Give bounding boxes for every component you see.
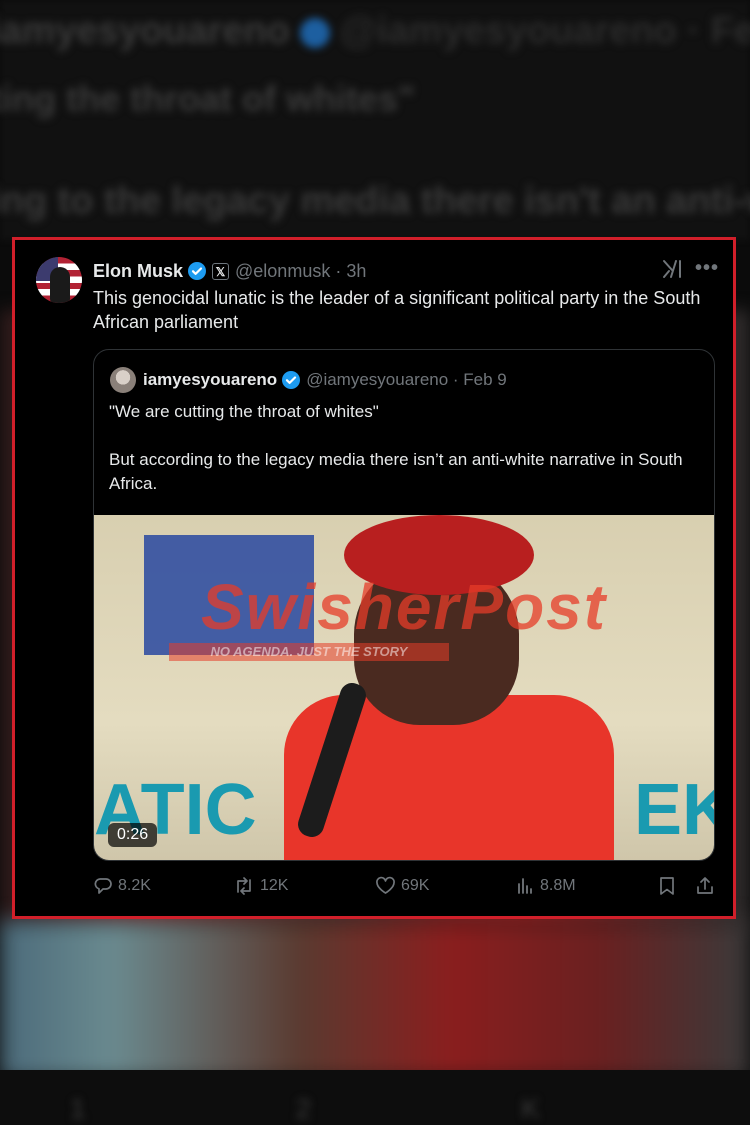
background-handle: @iamyesyouareno · Feb 9 [339, 10, 750, 52]
watermark-tagline: NO AGENDA. JUST THE STORY [169, 643, 449, 661]
action-bar: 8.2K 12K 69K 8.8M [15, 876, 733, 902]
tweet-header: Elon Musk 𝕏 @elonmusk · 3h [93, 259, 366, 283]
video-duration-badge: 0:26 [108, 823, 158, 847]
tweet-card[interactable]: Elon Musk 𝕏 @elonmusk · 3h ••• This geno… [12, 237, 736, 919]
repost-count: 12K [260, 877, 289, 894]
share-button[interactable] [695, 876, 720, 896]
quoted-tweet[interactable]: iamyesyouareno @iamyesyouareno · Feb 9 "… [93, 349, 715, 861]
repost-icon [237, 877, 251, 895]
video-background-letters: EK [634, 770, 714, 850]
background-verified-icon [299, 17, 330, 48]
background-text-line: ing to the legacy media there isn't an a… [0, 180, 750, 222]
reply-icon [94, 878, 112, 894]
x-affiliate-icon: 𝕏 [212, 262, 230, 280]
bookmark-button[interactable] [658, 876, 681, 896]
avatar-person [50, 267, 70, 303]
video-player[interactable]: ATIC EK SwisherPost NO AGENDA. JUST THE … [94, 515, 714, 860]
more-icon[interactable]: ••• [695, 257, 719, 280]
background-header: iamyesyouareno @iamyesyouareno · Feb 9 [0, 10, 750, 53]
quoted-text: "We are cutting the throat of whites" Bu… [109, 400, 704, 520]
verified-icon [282, 371, 301, 389]
quoted-handle-time[interactable]: @iamyesyouareno · Feb 9 [306, 370, 507, 390]
verified-icon [188, 262, 207, 280]
watermark-logo: SwisherPost [200, 571, 608, 643]
quoted-header: iamyesyouareno @iamyesyouareno · Feb 9 [143, 368, 507, 392]
like-button[interactable]: 69K [375, 876, 429, 896]
quoted-paragraph: "We are cutting the throat of whites" [109, 402, 379, 421]
views-icon [518, 878, 532, 894]
views-count: 8.8M [540, 877, 576, 894]
author-name[interactable]: Elon Musk [93, 261, 183, 282]
background-name: iamyesyouareno [0, 10, 290, 52]
tweet-text: This genocidal lunatic is the leader of … [93, 288, 701, 332]
like-count: 69K [401, 877, 430, 894]
author-handle-time[interactable]: @elonmusk · 3h [235, 261, 366, 282]
views-button[interactable]: 8.8M [515, 876, 576, 896]
background-video-blur [0, 920, 750, 1080]
background-action-counts: 12K 69K 8 [70, 1093, 750, 1124]
bookmark-icon [660, 877, 674, 895]
quoted-avatar[interactable] [110, 367, 136, 393]
avatar[interactable] [36, 257, 82, 303]
share-icon [697, 877, 713, 894]
quoted-paragraph: But according to the legacy media there … [109, 450, 683, 493]
reply-count: 8.2K [118, 877, 151, 894]
reply-button[interactable]: 8.2K [93, 876, 151, 896]
heart-icon [376, 876, 395, 894]
background-text-line: ting the throat of whites" [0, 78, 416, 119]
grok-icon[interactable] [661, 258, 683, 280]
quoted-author-name[interactable]: iamyesyouareno [143, 370, 277, 390]
repost-button[interactable]: 12K [233, 876, 288, 896]
